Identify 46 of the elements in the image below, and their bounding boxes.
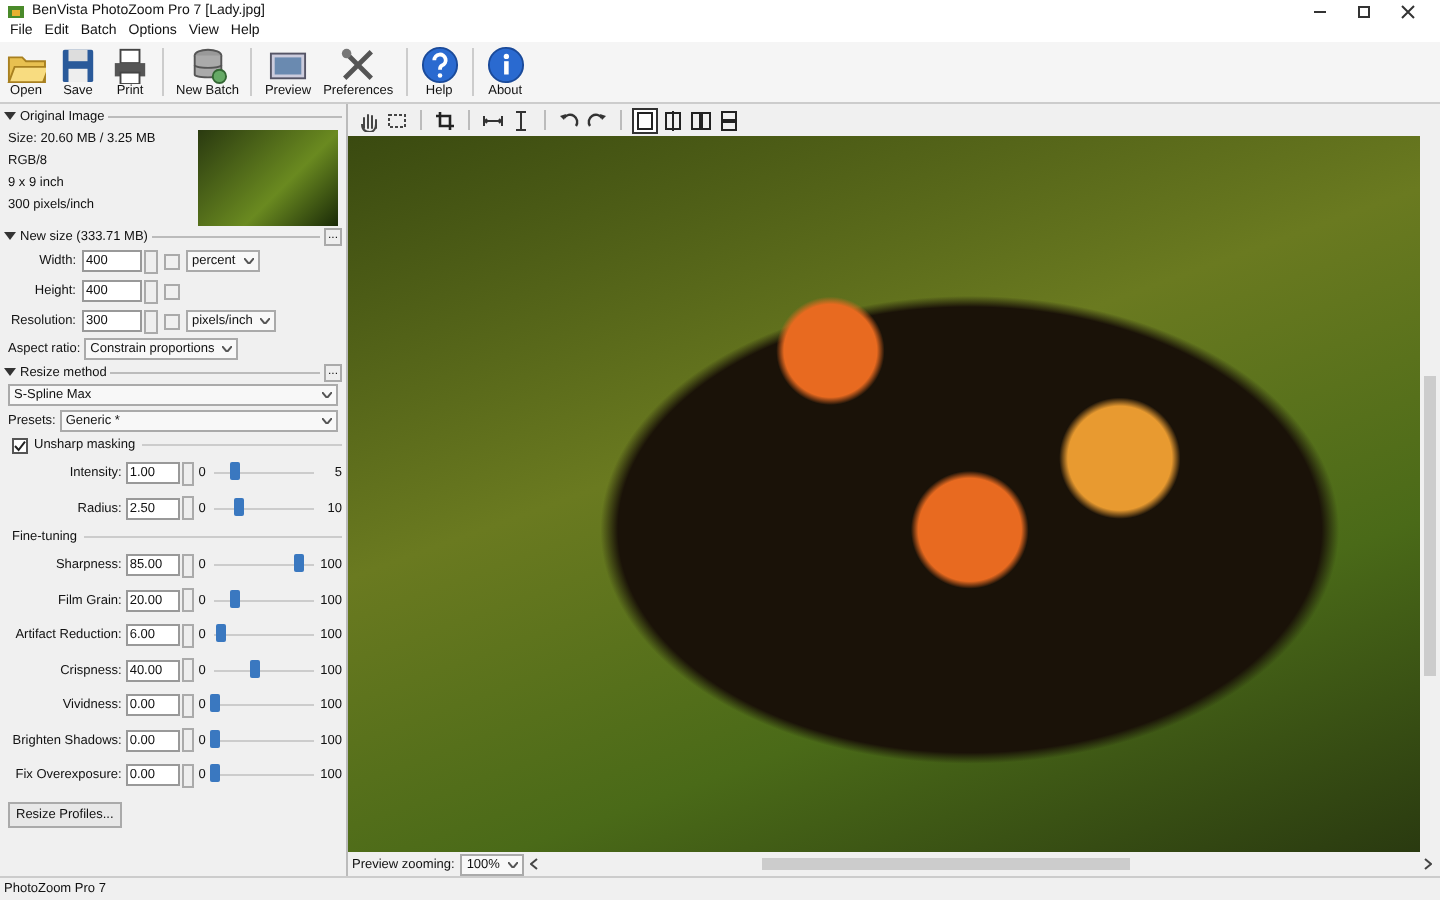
collapse-arrow-icon[interactable]: [4, 112, 16, 120]
spinner-control[interactable]: [182, 693, 195, 718]
checkbox[interactable]: [12, 437, 28, 453]
view-mode-button[interactable]: [716, 107, 742, 133]
slider-thumb[interactable]: [209, 694, 220, 713]
spinner-control[interactable]: [182, 461, 195, 486]
spinner-control[interactable]: [144, 279, 158, 303]
stacked-view-icon: [718, 109, 740, 131]
spinner-control[interactable]: [144, 249, 158, 273]
view-mode-button[interactable]: [632, 107, 658, 133]
tools-icon: [338, 46, 379, 84]
spinner-control[interactable]: [182, 658, 195, 683]
slider-thumb[interactable]: [229, 589, 240, 608]
rotate-right-icon[interactable]: [586, 109, 608, 131]
spinner-control[interactable]: [182, 553, 195, 578]
spinner-control[interactable]: [182, 623, 195, 648]
slider-thumb[interactable]: [229, 462, 240, 481]
close-icon[interactable]: [1400, 3, 1416, 19]
thumbnail-image: [198, 130, 338, 226]
crop-icon[interactable]: [434, 109, 456, 131]
spinner-control[interactable]: [144, 309, 158, 333]
fit-height-icon[interactable]: [510, 109, 532, 131]
spinner-control[interactable]: [182, 763, 195, 788]
slider-thumb[interactable]: [294, 554, 304, 573]
collapse-arrow-icon[interactable]: [4, 368, 16, 376]
spinner-control[interactable]: [182, 496, 195, 521]
scroll-right-icon[interactable]: [1424, 858, 1432, 870]
slider-thumb[interactable]: [209, 729, 220, 748]
slider-thumb[interactable]: [249, 659, 260, 678]
app-icon: [8, 3, 24, 19]
single-view-icon: [634, 109, 656, 131]
slider-thumb[interactable]: [209, 764, 220, 783]
rotate-left-icon[interactable]: [558, 109, 580, 131]
slider-thumb[interactable]: [234, 497, 245, 516]
scroll-left-icon[interactable]: [529, 858, 538, 870]
view-mode-button[interactable]: [660, 107, 686, 133]
hand-icon[interactable]: [358, 109, 380, 131]
spinner-control[interactable]: [182, 588, 195, 613]
maximize-icon[interactable]: [1356, 3, 1372, 19]
view-mode-button[interactable]: [688, 107, 714, 133]
selection-icon[interactable]: [386, 109, 408, 131]
side-by-side-icon: [690, 109, 712, 131]
slider-thumb[interactable]: [215, 624, 226, 643]
collapse-arrow-icon[interactable]: [4, 232, 16, 240]
spinner-control[interactable]: [182, 728, 195, 753]
split-view-icon: [662, 109, 684, 131]
